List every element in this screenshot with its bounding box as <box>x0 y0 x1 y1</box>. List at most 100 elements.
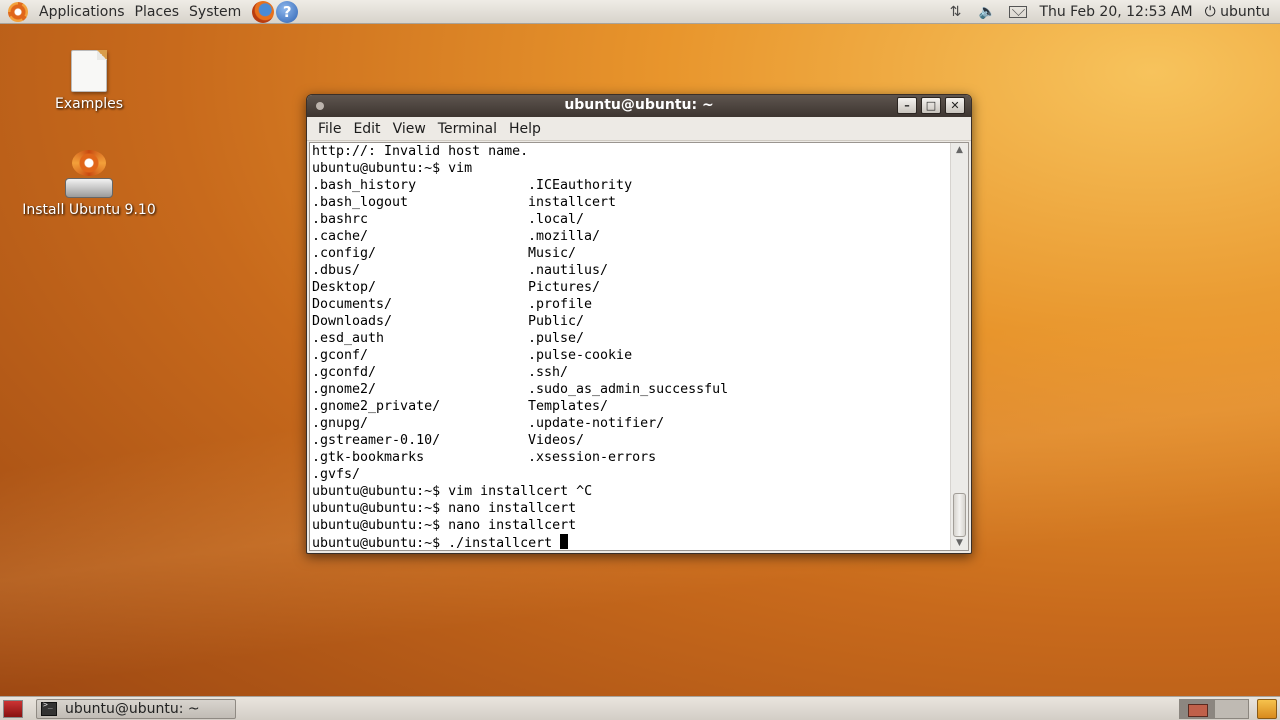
terminal-area[interactable]: http://: Invalid host name. ubuntu@ubuntu… <box>309 142 969 551</box>
listing-entry: .ICEauthority <box>528 178 633 193</box>
user-name: ubuntu <box>1220 3 1270 20</box>
listing-entry: Public/ <box>528 314 585 329</box>
close-button[interactable]: ✕ <box>945 97 965 114</box>
terminal-line: http://: Invalid host name. <box>312 144 529 159</box>
listing-entry: Pictures/ <box>528 280 601 295</box>
terminal-listing-row: .gstreamer-0.10/Videos/ <box>312 432 948 449</box>
terminal-output[interactable]: http://: Invalid host name. ubuntu@ubuntu… <box>311 143 948 550</box>
terminal-line: ubuntu@ubuntu:~$ vim installcert ^C <box>312 484 593 499</box>
listing-entry: .bashrc <box>312 212 369 227</box>
listing-entry: .bash_logout <box>312 195 409 210</box>
listing-entry: .esd_auth <box>312 331 385 346</box>
listing-entry: .config/ <box>312 246 377 261</box>
workspace-1[interactable] <box>1179 698 1214 719</box>
listing-entry: .gnome2/ <box>312 382 377 397</box>
terminal-icon <box>41 700 57 716</box>
terminal-listing-row: Documents/ .profile <box>312 296 948 313</box>
maximize-button[interactable]: □ <box>921 97 941 114</box>
workspace-switcher <box>1179 698 1249 720</box>
listing-entry: .gstreamer-0.10/ <box>312 433 441 448</box>
clock[interactable]: Thu Feb 20, 12:53 AM <box>1039 4 1192 20</box>
minimize-button[interactable]: – <box>897 97 917 114</box>
terminal-listing-row: .gvfs/ <box>312 466 948 483</box>
terminal-line: ubuntu@ubuntu:~$ nano installcert <box>312 518 577 533</box>
menu-file[interactable]: File <box>312 121 347 137</box>
bottom-panel: ubuntu@ubuntu: ~ <box>0 696 1280 720</box>
window-title: ubuntu@ubuntu: ~ <box>564 97 714 113</box>
desktop-icon-examples[interactable]: Examples <box>19 50 159 112</box>
listing-entry: .ssh/ <box>528 365 569 380</box>
desktop-icon-label: Install Ubuntu 9.10 <box>22 202 156 218</box>
listing-entry: Videos/ <box>528 433 585 448</box>
installer-icon <box>64 150 114 198</box>
menu-edit[interactable]: Edit <box>347 121 386 137</box>
terminal-listing-row: .bash_logout installcert <box>312 194 948 211</box>
listing-entry: Documents/ <box>312 297 393 312</box>
listing-entry: installcert <box>528 195 617 210</box>
text-cursor <box>560 534 569 549</box>
menu-view[interactable]: View <box>387 121 432 137</box>
listing-entry: Music/ <box>528 246 577 261</box>
applications-menu[interactable]: Applications <box>34 0 130 24</box>
terminal-window: ubuntu@ubuntu: ~ – □ ✕ File Edit View Te… <box>306 94 972 554</box>
listing-entry: Templates/ <box>528 399 609 414</box>
network-icon[interactable]: ⇅ <box>945 4 965 20</box>
trash-icon[interactable] <box>1257 698 1277 719</box>
terminal-listing-row: .cache/ .mozilla/ <box>312 228 948 245</box>
terminal-listing-row: Desktop/Pictures/ <box>312 279 948 296</box>
desktop-icon-install-ubuntu[interactable]: Install Ubuntu 9.10 <box>19 150 159 218</box>
terminal-listing-row: .gconf/ .pulse-cookie <box>312 347 948 364</box>
listing-entry: .pulse/ <box>528 331 585 346</box>
scroll-up-icon[interactable]: ▲ <box>951 143 968 157</box>
help-icon[interactable]: ? <box>276 0 299 23</box>
listing-entry: .mozilla/ <box>528 229 601 244</box>
taskbar-item-terminal[interactable]: ubuntu@ubuntu: ~ <box>36 698 236 719</box>
listing-entry: .local/ <box>528 212 585 227</box>
listing-entry: .gconf/ <box>312 348 369 363</box>
terminal-listing-row: .gnome2_private/Templates/ <box>312 398 948 415</box>
system-menu[interactable]: System <box>184 0 246 24</box>
terminal-listing-row: .dbus/ .nautilus/ <box>312 262 948 279</box>
listing-entry: .update-notifier/ <box>528 416 665 431</box>
show-desktop-icon[interactable] <box>3 699 23 718</box>
firefox-icon[interactable] <box>252 0 275 23</box>
terminal-line: ubuntu@ubuntu:~$ nano installcert <box>312 501 577 516</box>
window-menubar: File Edit View Terminal Help <box>307 117 971 141</box>
ubuntu-logo-icon[interactable] <box>8 1 28 22</box>
workspace-2[interactable] <box>1214 698 1249 719</box>
listing-entry: .pulse-cookie <box>528 348 633 363</box>
listing-entry: .gconfd/ <box>312 365 377 380</box>
terminal-listing-row: .gtk-bookmarks .xsession-errors <box>312 449 948 466</box>
scroll-thumb[interactable] <box>953 493 966 537</box>
folder-document-icon <box>71 50 107 92</box>
listing-entry: .nautilus/ <box>528 263 609 278</box>
listing-entry: .bash_history <box>312 178 417 193</box>
terminal-scrollbar[interactable]: ▲ ▼ <box>950 143 968 550</box>
top-panel: Applications Places System ? ⇅ 🔈 Thu Feb… <box>0 0 1280 24</box>
terminal-listing-row: .gnupg/ .update-notifier/ <box>312 415 948 432</box>
terminal-line: ubuntu@ubuntu:~$ vim <box>312 161 473 176</box>
listing-entry: .gnome2_private/ <box>312 399 441 414</box>
listing-entry: .dbus/ <box>312 263 361 278</box>
terminal-listing-row: .gconfd/ .ssh/ <box>312 364 948 381</box>
listing-entry: Desktop/ <box>312 280 377 295</box>
user-menu[interactable]: ⏻ ubuntu <box>1205 4 1270 20</box>
listing-entry: .profile <box>528 297 593 312</box>
listing-entry: .cache/ <box>312 229 369 244</box>
menu-help[interactable]: Help <box>503 121 547 137</box>
scroll-down-icon[interactable]: ▼ <box>951 536 968 550</box>
listing-entry: .gnupg/ <box>312 416 369 431</box>
terminal-listing-row: .gnome2/ .sudo_as_admin_successful <box>312 381 948 398</box>
volume-icon[interactable]: 🔈 <box>977 4 997 20</box>
mail-icon[interactable] <box>1009 5 1028 18</box>
listing-entry: .gtk-bookmarks <box>312 450 425 465</box>
listing-entry: .sudo_as_admin_successful <box>528 382 729 397</box>
window-titlebar[interactable]: ubuntu@ubuntu: ~ – □ ✕ <box>307 95 971 117</box>
terminal-listing-row: .bash_history .ICEauthority <box>312 177 948 194</box>
listing-entry: Downloads/ <box>312 314 393 329</box>
listing-entry: .xsession-errors <box>528 450 657 465</box>
terminal-prompt-line: ubuntu@ubuntu:~$ ./installcert <box>312 534 948 550</box>
menu-terminal[interactable]: Terminal <box>432 121 503 137</box>
desktop-icon-label: Examples <box>54 96 124 112</box>
places-menu[interactable]: Places <box>130 0 185 24</box>
